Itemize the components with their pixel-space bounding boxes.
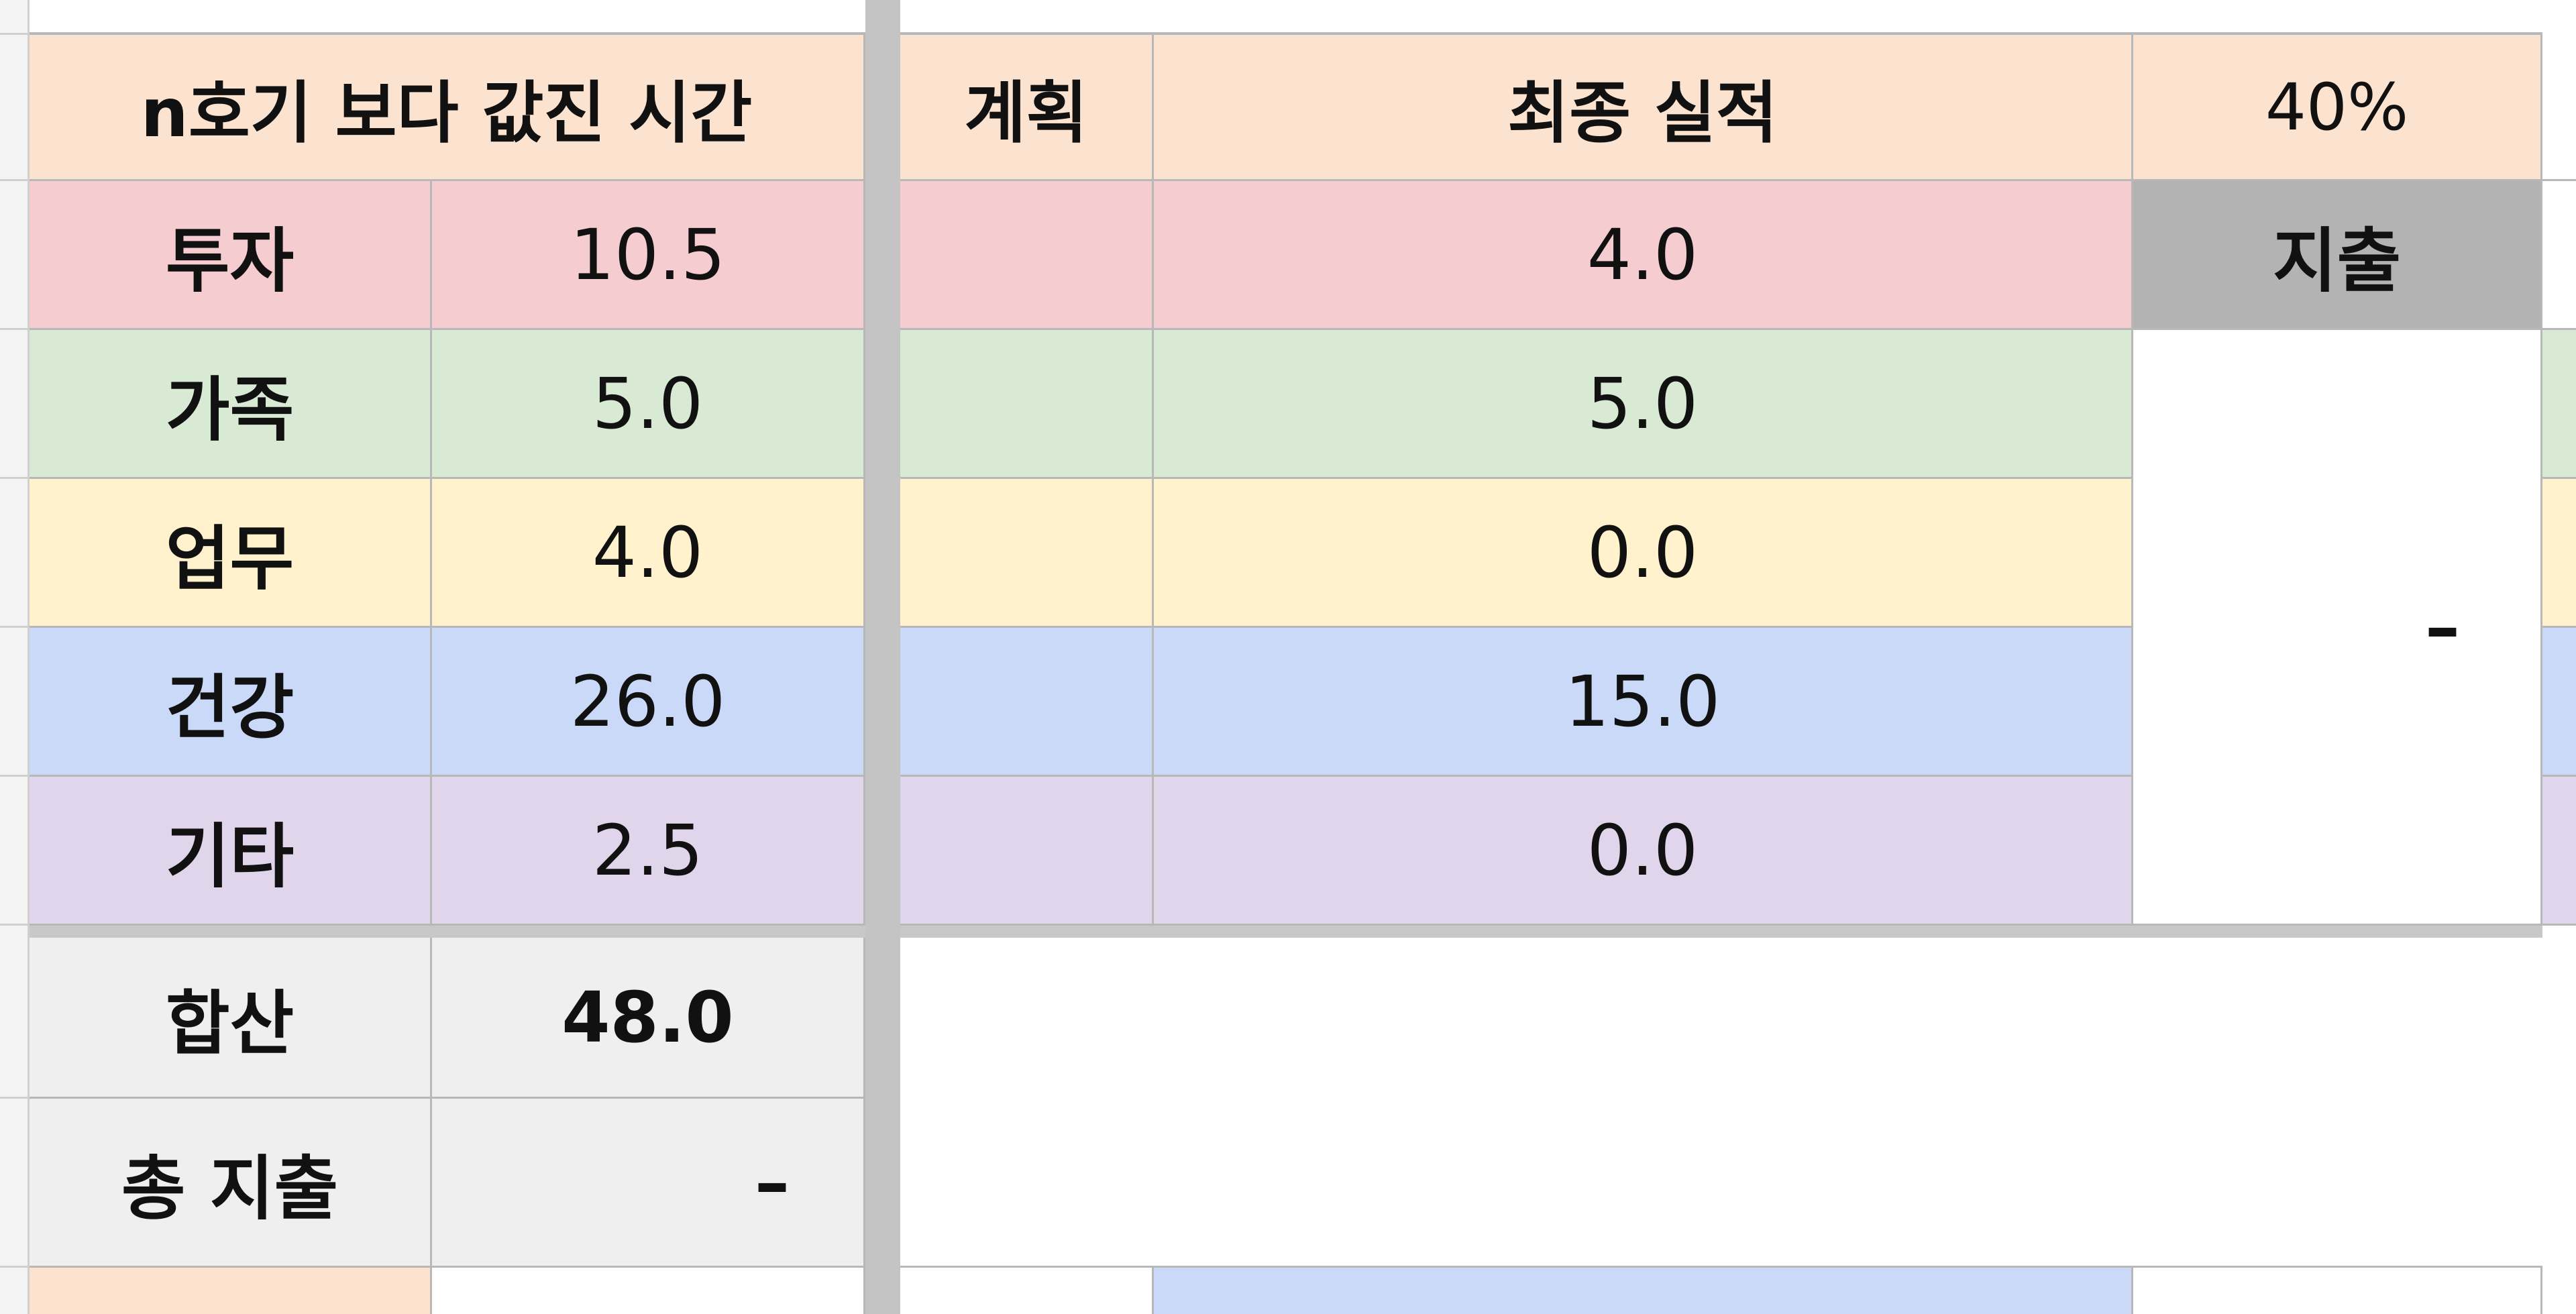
actual-health[interactable]: 15.0	[1154, 628, 2133, 777]
next-row-actual[interactable]	[1154, 1268, 2133, 1314]
empty-area[interactable]	[900, 938, 2542, 1268]
strip-cell[interactable]	[2542, 628, 2576, 777]
plan-family[interactable]	[900, 330, 1154, 479]
next-row-extra[interactable]	[2133, 1268, 2542, 1314]
gutter-row[interactable]	[0, 479, 30, 628]
total-spend-label[interactable]: 총 지출	[30, 1099, 432, 1268]
spreadsheet: n호기 보다 값진 시간 투자 10.5 가족 5.0 업무 4.0 건강 26…	[0, 0, 2576, 1314]
right-column-strip	[2542, 0, 2576, 1314]
next-row-label[interactable]	[30, 1268, 432, 1314]
top-row-cell[interactable]	[900, 0, 2542, 35]
gutter-row[interactable]	[0, 181, 30, 330]
row-gutter	[0, 0, 30, 1314]
header-percent[interactable]: 40%	[2133, 35, 2542, 181]
category-value-other[interactable]: 2.5	[432, 777, 865, 926]
category-label-investment[interactable]: 투자	[30, 181, 432, 330]
category-label-family[interactable]: 가족	[30, 330, 432, 479]
header-plan[interactable]: 계획	[900, 35, 1154, 181]
strip-cell[interactable]	[2542, 181, 2576, 330]
section-separator	[900, 926, 2542, 938]
total-spend-value[interactable]: –	[432, 1099, 865, 1268]
strip-cell[interactable]	[2542, 330, 2576, 479]
actual-other[interactable]: 0.0	[1154, 777, 2133, 926]
gutter-row[interactable]	[0, 35, 30, 181]
expense-label[interactable]: 지출	[2133, 181, 2542, 330]
expense-value[interactable]: –	[2133, 330, 2542, 926]
header-final-actual[interactable]: 최종 실적	[1154, 35, 2133, 181]
category-value-work[interactable]: 4.0	[432, 479, 865, 628]
strip-cell[interactable]	[2542, 479, 2576, 628]
total-value[interactable]: 48.0	[432, 938, 865, 1099]
category-label-health[interactable]: 건강	[30, 628, 432, 777]
top-row-cell[interactable]	[30, 0, 865, 35]
gutter-row[interactable]	[0, 0, 30, 35]
actual-investment[interactable]: 4.0	[1154, 181, 2133, 330]
next-row-plan[interactable]	[900, 1268, 1154, 1314]
gutter-row[interactable]	[0, 330, 30, 479]
plan-work[interactable]	[900, 479, 1154, 628]
actual-family[interactable]: 5.0	[1154, 330, 2133, 479]
section-separator	[30, 926, 865, 938]
gutter-row[interactable]	[0, 777, 30, 926]
category-value-health[interactable]: 26.0	[432, 628, 865, 777]
actual-work[interactable]: 0.0	[1154, 479, 2133, 628]
strip-cell[interactable]	[2542, 926, 2576, 1314]
category-label-other[interactable]: 기타	[30, 777, 432, 926]
strip-cell[interactable]	[2542, 35, 2576, 181]
strip-cell[interactable]	[2542, 777, 2576, 926]
gutter-row[interactable]	[0, 938, 30, 1099]
category-value-investment[interactable]: 10.5	[432, 181, 865, 330]
plan-investment[interactable]	[900, 181, 1154, 330]
left-table-header[interactable]: n호기 보다 값진 시간	[30, 35, 865, 181]
plan-other[interactable]	[900, 777, 1154, 926]
gutter-row[interactable]	[0, 628, 30, 777]
column-divider	[865, 0, 900, 1314]
total-label[interactable]: 합산	[30, 938, 432, 1099]
category-value-family[interactable]: 5.0	[432, 330, 865, 479]
plan-health[interactable]	[900, 628, 1154, 777]
next-row-value[interactable]	[432, 1268, 865, 1314]
category-label-work[interactable]: 업무	[30, 479, 432, 628]
gutter-row[interactable]	[0, 1099, 30, 1268]
